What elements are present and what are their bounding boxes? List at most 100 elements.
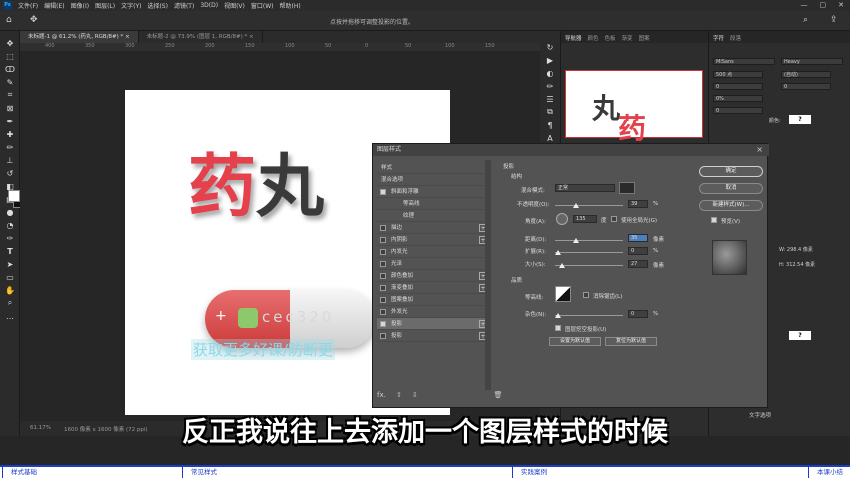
style-list-item[interactable]: 颜色叠加 + (377, 270, 489, 282)
eyedropper-tool-icon[interactable]: ✒ (3, 115, 17, 127)
frame-tool-icon[interactable]: ⊠ (3, 102, 17, 114)
style-checkbox[interactable] (380, 285, 386, 291)
style-list-item[interactable]: 等高线 (377, 198, 489, 210)
menu-window[interactable]: 窗口(W) (251, 1, 274, 10)
history-icon[interactable]: ↻ (543, 41, 557, 53)
opacity-field[interactable]: 39 (628, 200, 648, 208)
spread-slider[interactable] (555, 252, 623, 253)
style-list-item[interactable]: 外发光 (377, 306, 489, 318)
dialog-close-icon[interactable]: × (756, 144, 763, 156)
chapter-1[interactable]: 样式基础 (2, 467, 182, 478)
shape-tool-icon[interactable]: ▭ (3, 271, 17, 283)
quick-select-tool-icon[interactable]: ✎ (3, 76, 17, 88)
new-style-button[interactable]: 新建样式(W)... (699, 200, 763, 211)
style-list-item[interactable]: 内发光 (377, 246, 489, 258)
fx-icon[interactable]: fx. (377, 391, 386, 399)
font-style-select[interactable]: Heavy (781, 58, 843, 65)
distance-field[interactable]: 35 (628, 234, 648, 242)
distance-slider[interactable] (555, 240, 623, 241)
menu-filter[interactable]: 滤镜(T) (174, 1, 194, 10)
opacity-slider[interactable] (555, 205, 623, 206)
opacity-slider-knob[interactable] (573, 203, 579, 208)
noise-slider-knob[interactable] (555, 313, 561, 318)
minimize-icon[interactable]: — (801, 1, 808, 9)
marquee-tool-icon[interactable]: ⬚ (3, 50, 17, 62)
play-icon[interactable]: ▶ (543, 54, 557, 66)
lasso-tool-icon[interactable]: ↀ (3, 63, 17, 75)
noise-slider[interactable] (555, 315, 623, 316)
paragraph-icon[interactable]: ¶ (543, 119, 557, 131)
knockout-checkbox[interactable] (555, 325, 561, 331)
style-list-item[interactable]: 渐变叠加 + (377, 282, 489, 294)
menu-view[interactable]: 视图(V) (224, 1, 245, 10)
trash-icon[interactable]: 🗑 (494, 391, 503, 399)
antialias-checkbox[interactable] (583, 292, 589, 298)
more-tools-icon[interactable]: … (3, 310, 17, 322)
preview-checkbox[interactable] (711, 217, 717, 223)
contour-preview[interactable] (555, 286, 571, 302)
tab-patterns[interactable]: 图案 (639, 34, 650, 42)
move-tool-icon[interactable]: ✥ (30, 15, 38, 25)
move-down-icon[interactable]: ⇩ (412, 391, 418, 399)
chapter-2[interactable]: 常见样式 (182, 467, 512, 478)
kerning-field[interactable]: 0 (713, 83, 763, 90)
menu-image[interactable]: 图像(I) (71, 1, 89, 10)
adjust-icon[interactable]: ◐ (543, 67, 557, 79)
shadow-color-swatch[interactable] (619, 182, 635, 194)
cancel-button[interactable]: 取消 (699, 183, 763, 194)
maximize-icon[interactable]: ▢ (820, 1, 827, 9)
brush-settings-icon[interactable]: ✏ (543, 80, 557, 92)
size-slider-knob[interactable] (559, 263, 565, 268)
tab-gradients[interactable]: 渐变 (622, 34, 633, 42)
tab-character[interactable]: 字符 (713, 34, 724, 42)
menu-select[interactable]: 选择(S) (147, 1, 168, 10)
style-checkbox[interactable] (380, 225, 386, 231)
scale-field[interactable]: 0% (713, 95, 763, 102)
healing-tool-icon[interactable]: ✚ (3, 128, 17, 140)
move-up-icon[interactable]: ⇧ (396, 391, 402, 399)
properties-icon[interactable]: ☰ (543, 93, 557, 105)
style-list-item[interactable]: 投影 + (377, 318, 489, 330)
menu-file[interactable]: 文件(F) (18, 1, 38, 10)
style-checkbox[interactable] (380, 321, 386, 327)
set-default-button[interactable]: 设置为默认值 (549, 337, 601, 346)
close-icon[interactable]: ✕ (838, 1, 844, 9)
reset-default-button[interactable]: 复位为默认值 (605, 337, 657, 346)
hand-tool-icon[interactable]: ✋ (3, 284, 17, 296)
style-checkbox[interactable] (380, 249, 386, 255)
style-list-item[interactable]: 斜面和浮雕 (377, 186, 489, 198)
style-list-item[interactable]: 样式 (377, 162, 489, 174)
style-checkbox[interactable] (380, 297, 386, 303)
tab-navigator[interactable]: 导航器 (565, 34, 582, 42)
style-list-item[interactable]: 内阴影 + (377, 234, 489, 246)
search-icon[interactable]: ⌕ (803, 15, 808, 25)
dodge-tool-icon[interactable]: ◔ (3, 219, 17, 231)
style-checkbox[interactable] (380, 309, 386, 315)
style-checkbox[interactable] (380, 273, 386, 279)
history-brush-icon[interactable]: ↺ (3, 167, 17, 179)
style-checkbox[interactable] (380, 189, 386, 195)
global-light-checkbox[interactable] (611, 216, 617, 222)
angle-dial[interactable] (556, 213, 568, 225)
leading-field[interactable]: (自动) (781, 71, 831, 78)
spread-field[interactable]: 0 (628, 247, 648, 255)
baseline-field[interactable]: 0 (713, 107, 763, 114)
angle-field[interactable]: 135 (573, 215, 597, 223)
style-list-item[interactable]: 投影 + (377, 330, 489, 342)
spread-slider-knob[interactable] (555, 250, 561, 255)
menu-help[interactable]: 帮助(H) (280, 1, 301, 10)
style-list-scrollbar[interactable] (485, 160, 491, 390)
tab-swatches[interactable]: 色板 (605, 34, 616, 42)
noise-field[interactable]: 0 (628, 310, 648, 318)
color-swatch-unknown[interactable]: ? (789, 115, 811, 124)
style-checkbox[interactable] (380, 261, 386, 267)
menu-layer[interactable]: 图层(L) (95, 1, 115, 10)
menu-edit[interactable]: 编辑(E) (44, 1, 64, 10)
zoom-tool-icon[interactable]: ⌕ (3, 297, 17, 309)
distance-slider-knob[interactable] (573, 238, 579, 243)
pen-tool-icon[interactable]: ✑ (3, 232, 17, 244)
style-list-item[interactable]: 混合选项 (377, 174, 489, 186)
chapter-4[interactable]: 本课小结 (808, 467, 850, 478)
style-list-item[interactable]: 纹理 (377, 210, 489, 222)
type-tool-icon[interactable]: T (3, 245, 17, 257)
